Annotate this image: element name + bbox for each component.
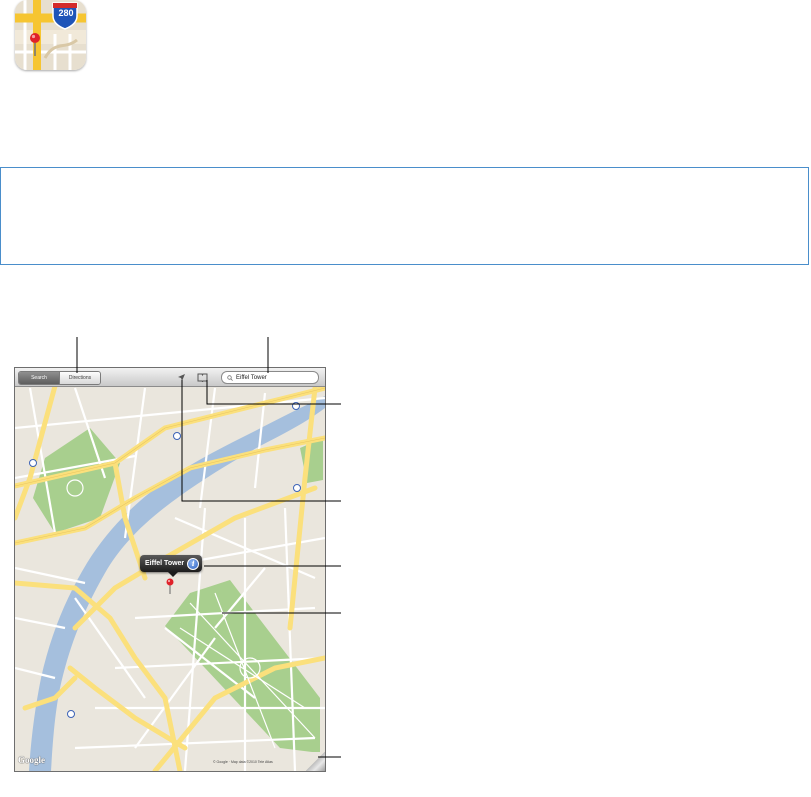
- map-toolbar: Search Directions Eiffel Tower: [15, 368, 325, 387]
- pin-callout[interactable]: Eiffel Tower i: [140, 555, 203, 577]
- info-button-icon[interactable]: i: [187, 557, 200, 570]
- search-input-value: Eiffel Tower: [236, 374, 267, 381]
- location-arrow-icon[interactable]: [175, 371, 187, 383]
- google-watermark: Google: [18, 755, 45, 765]
- bookmarks-book-icon[interactable]: [196, 371, 208, 383]
- map-screen: Search Directions Eiffel Tower Eiffel To…: [14, 367, 326, 772]
- note-box: [0, 167, 809, 265]
- callout-title: Eiffel Tower: [145, 560, 185, 567]
- maps-app-icon: 280: [15, 0, 86, 70]
- page-curl-icon[interactable]: [306, 752, 325, 771]
- directions-segment[interactable]: Directions: [59, 372, 100, 384]
- search-input[interactable]: Eiffel Tower: [221, 371, 319, 384]
- search-segment[interactable]: Search: [19, 372, 59, 384]
- search-directions-segmented-control: Search Directions: [18, 371, 101, 385]
- map-copyright: © Google · Map data ©2010 Tele Atlas: [213, 760, 273, 764]
- map-pin-icon[interactable]: [166, 578, 174, 594]
- magnifier-icon: [225, 373, 234, 382]
- highway-shield-text: 280: [58, 8, 74, 18]
